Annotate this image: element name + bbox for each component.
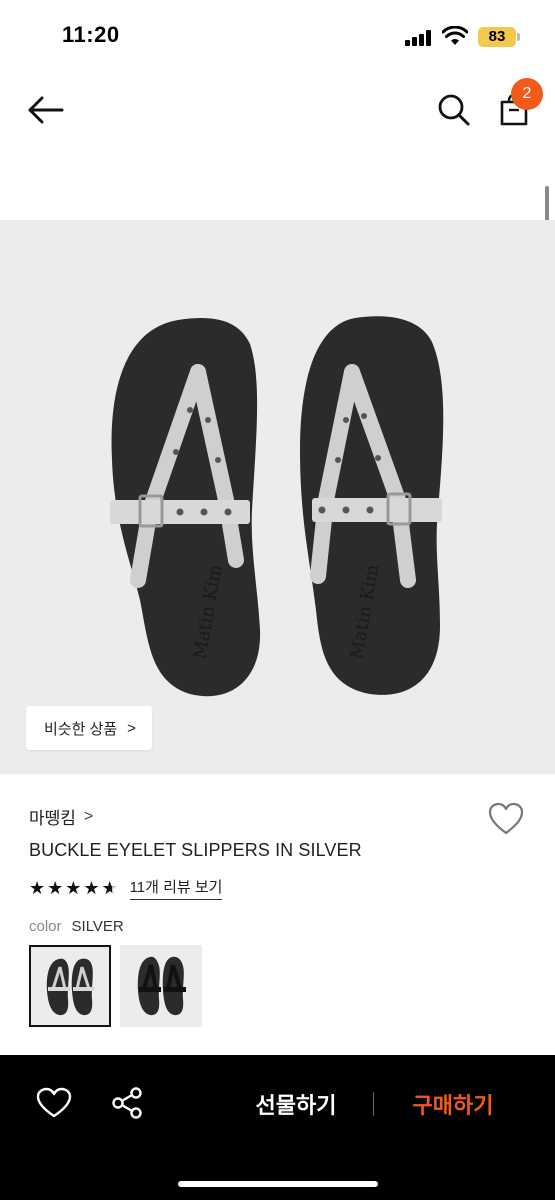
battery-tip xyxy=(517,33,520,41)
cart-count-badge: 2 xyxy=(511,78,543,110)
color-row: color SILVER xyxy=(29,918,124,935)
color-value: SILVER xyxy=(71,918,124,935)
color-swatch-silver[interactable] xyxy=(29,945,111,1027)
color-swatch-black[interactable] xyxy=(120,945,202,1027)
back-button[interactable] xyxy=(26,92,66,128)
divider xyxy=(373,1092,374,1116)
battery-indicator: 83 xyxy=(478,27,516,47)
black-slipper-thumbnail xyxy=(137,956,186,1016)
similar-products-label: 비슷한 상품 xyxy=(44,720,118,738)
star-icon: ★ xyxy=(65,878,82,898)
status-bar: 11:20 83 xyxy=(0,0,555,70)
status-time: 11:20 xyxy=(62,22,120,47)
brand-name: 마뗑킴 xyxy=(29,809,76,828)
bottom-action-bar: 선물하기 구매하기 xyxy=(0,1055,555,1200)
brand-link[interactable]: 마뗑킴 > xyxy=(29,804,93,829)
silver-slipper-thumbnail xyxy=(46,958,95,1016)
wifi-icon xyxy=(442,26,468,45)
review-link[interactable]: 11개 리뷰 보기 xyxy=(129,876,223,900)
star-icon: ★ xyxy=(29,878,46,898)
wishlist-button[interactable] xyxy=(488,802,524,836)
share-icon[interactable] xyxy=(110,1086,144,1120)
search-button[interactable] xyxy=(436,92,472,128)
chevron-right-icon: > xyxy=(127,719,136,737)
half-star-icon: ★ ★ xyxy=(101,878,118,898)
product-title: BUCKLE EYELET SLIPPERS IN SILVER xyxy=(29,840,362,860)
product-image[interactable]: Matin Kim Matin Kim 비슷한 상품 > xyxy=(0,220,555,774)
star-rating: ★ ★ ★ ★ ★ ★ xyxy=(29,879,120,897)
buy-button[interactable]: 구매하기 xyxy=(393,1088,513,1120)
similar-products-button[interactable]: 비슷한 상품 > xyxy=(26,706,152,750)
star-icon: ★ xyxy=(83,878,100,898)
heart-icon[interactable] xyxy=(36,1087,72,1119)
chevron-right-icon: > xyxy=(83,807,94,825)
color-label: color xyxy=(29,918,62,935)
signal-icon xyxy=(405,30,433,46)
gift-button[interactable]: 선물하기 xyxy=(236,1088,356,1120)
slippers-illustration: Matin Kim Matin Kim xyxy=(110,316,444,697)
star-icon: ★ xyxy=(47,878,64,898)
home-indicator[interactable] xyxy=(178,1181,378,1187)
rating-row: ★ ★ ★ ★ ★ ★ 11개 리뷰 보기 xyxy=(29,876,223,900)
